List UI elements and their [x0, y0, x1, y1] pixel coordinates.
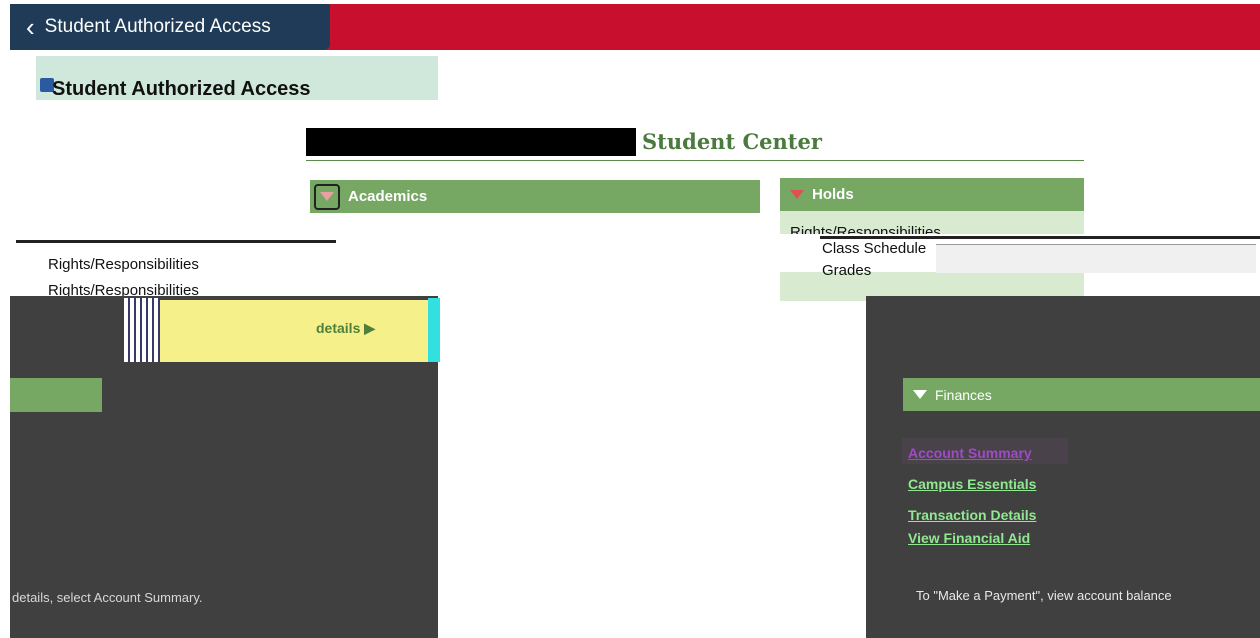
page: { "header": { "back_label": "Student Aut…	[0, 0, 1260, 638]
dropdown-item-class-schedule[interactable]: Class Schedule	[822, 240, 926, 257]
dropdown-right-panel	[936, 244, 1256, 273]
dropdown-item[interactable]: Rights/Responsibilities	[48, 256, 199, 273]
dark-overlay-right	[866, 296, 1260, 638]
triangle-down-icon	[320, 192, 334, 201]
title-divider	[306, 160, 1084, 161]
triangle-down-icon	[790, 190, 804, 199]
dropdown-item-grades[interactable]: Grades	[822, 262, 871, 279]
back-button-label: Student Authorized Access	[44, 16, 271, 37]
details-link[interactable]: details ▶	[316, 320, 375, 337]
make-payment-note: To "Make a Payment", view account balanc…	[916, 588, 1172, 603]
account-summary-link[interactable]: Account Summary	[908, 445, 1032, 461]
left-panel-title: Student Authorized Access	[52, 78, 311, 100]
finances-label: Finances	[935, 386, 992, 403]
dropdown-border	[16, 240, 336, 243]
redacted-name-bar	[306, 128, 636, 156]
section-header-fragment	[10, 378, 102, 412]
details-box	[160, 300, 428, 362]
triangle-down-icon	[913, 390, 927, 399]
glitch-stripes	[124, 298, 160, 362]
chevron-left-icon: ‹	[26, 12, 35, 42]
holds-label: Holds	[812, 186, 854, 203]
back-button[interactable]: ‹ Student Authorized Access	[10, 4, 330, 50]
academics-collapse-toggle[interactable]	[314, 183, 340, 210]
holds-section-header[interactable]: Holds	[780, 178, 1084, 211]
academics-label: Academics	[348, 188, 428, 205]
transaction-details-link[interactable]: Transaction Details	[908, 507, 1036, 523]
dropdown-border-right	[820, 236, 1260, 239]
glitch-edge	[428, 298, 440, 362]
view-financial-aid-link[interactable]: View Financial Aid	[908, 530, 1030, 546]
account-summary-note: details, select Account Summary.	[12, 590, 203, 605]
page-title: Student Center	[642, 129, 822, 154]
academics-section-header: Academics	[310, 180, 760, 213]
finances-section-header[interactable]: Finances	[903, 378, 1260, 411]
campus-essentials-link[interactable]: Campus Essentials	[908, 476, 1036, 492]
